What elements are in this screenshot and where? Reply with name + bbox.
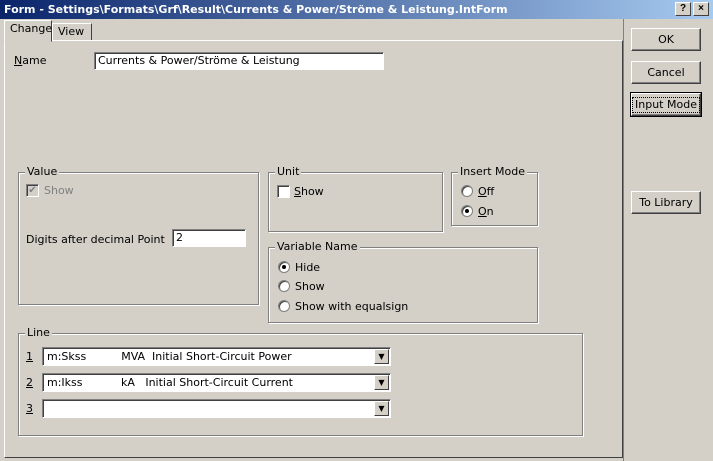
insert-mode-legend: Insert Mode — [458, 165, 528, 179]
line-row-number: 2 — [26, 376, 33, 389]
insert-mode-off-radio[interactable] — [461, 185, 473, 197]
unit-group-legend: Unit — [275, 165, 302, 179]
input-mode-button[interactable]: Input Mode — [630, 92, 702, 117]
line-2-dropdown[interactable]: m:Ikss kA Initial Short-Circuit Current … — [42, 373, 391, 392]
value-show-label: Show — [44, 184, 74, 197]
value-show-checkbox[interactable]: ✔ — [26, 184, 39, 197]
line-1-value: m:Skss MVA Initial Short-Circuit Power — [47, 350, 292, 363]
insert-mode-group: Insert Mode Off On — [451, 165, 538, 226]
variable-name-legend: Variable Name — [275, 240, 360, 254]
line-group-legend: Line — [25, 326, 52, 340]
line-row-number: 1 — [26, 350, 33, 363]
digits-input[interactable]: 2 — [172, 229, 246, 247]
radio-dot — [282, 265, 286, 269]
help-button[interactable]: ? — [675, 2, 691, 16]
tab-change[interactable]: Change — [4, 20, 52, 42]
input-mode-label: Input Mode — [632, 97, 700, 113]
line-group: Line 1 m:Skss MVA Initial Short-Circuit … — [18, 326, 583, 436]
panel-separator — [623, 19, 624, 461]
tab-panel: Name Currents & Power/Ströme & Leistung … — [4, 40, 623, 458]
title-bar: Form - Settings\Formats\Grf\Result\Curre… — [0, 0, 713, 19]
tab-view[interactable]: View — [52, 23, 92, 41]
line-3-dropdown[interactable]: ▼ — [42, 399, 391, 418]
chevron-down-icon[interactable]: ▼ — [374, 349, 389, 364]
window-title: Form - Settings\Formats\Grf\Result\Curre… — [4, 3, 508, 16]
insert-mode-on-radio[interactable] — [461, 205, 473, 217]
variable-name-equalsign-radio[interactable] — [278, 300, 290, 312]
value-group-legend: Value — [25, 165, 60, 179]
variable-name-show-radio[interactable] — [278, 280, 290, 292]
variable-name-hide-label: Hide — [295, 261, 321, 274]
digits-label: Digits after decimal Point — [26, 233, 165, 246]
chevron-down-icon[interactable]: ▼ — [374, 401, 389, 416]
close-button[interactable]: × — [693, 2, 709, 16]
unit-group: Unit Show — [268, 165, 443, 232]
variable-name-group: Variable Name Hide Show Show with equals… — [268, 240, 538, 323]
tab-view-label: View — [58, 25, 85, 38]
radio-dot — [465, 209, 469, 213]
ok-button[interactable]: OK — [631, 28, 701, 51]
tab-change-label: Change — [10, 22, 53, 35]
to-library-button[interactable]: To Library — [631, 191, 701, 214]
name-label: Name — [14, 54, 47, 67]
unit-show-label: Show — [294, 185, 324, 198]
name-input[interactable]: Currents & Power/Ströme & Leistung — [94, 52, 384, 70]
variable-name-hide-radio[interactable] — [278, 261, 290, 273]
insert-mode-on-label: On — [478, 205, 494, 218]
line-row-number: 3 — [26, 402, 33, 415]
line-2-value: m:Ikss kA Initial Short-Circuit Current — [47, 376, 293, 389]
unit-show-checkbox[interactable] — [277, 185, 290, 198]
chevron-down-icon[interactable]: ▼ — [374, 375, 389, 390]
variable-name-show-label: Show — [295, 280, 325, 293]
line-1-dropdown[interactable]: m:Skss MVA Initial Short-Circuit Power ▼ — [42, 347, 391, 366]
variable-name-equalsign-label: Show with equalsign — [295, 300, 409, 313]
value-group: Value ✔ Show Digits after decimal Point … — [18, 165, 259, 305]
insert-mode-off-label: Off — [478, 185, 495, 198]
cancel-button[interactable]: Cancel — [631, 61, 701, 84]
